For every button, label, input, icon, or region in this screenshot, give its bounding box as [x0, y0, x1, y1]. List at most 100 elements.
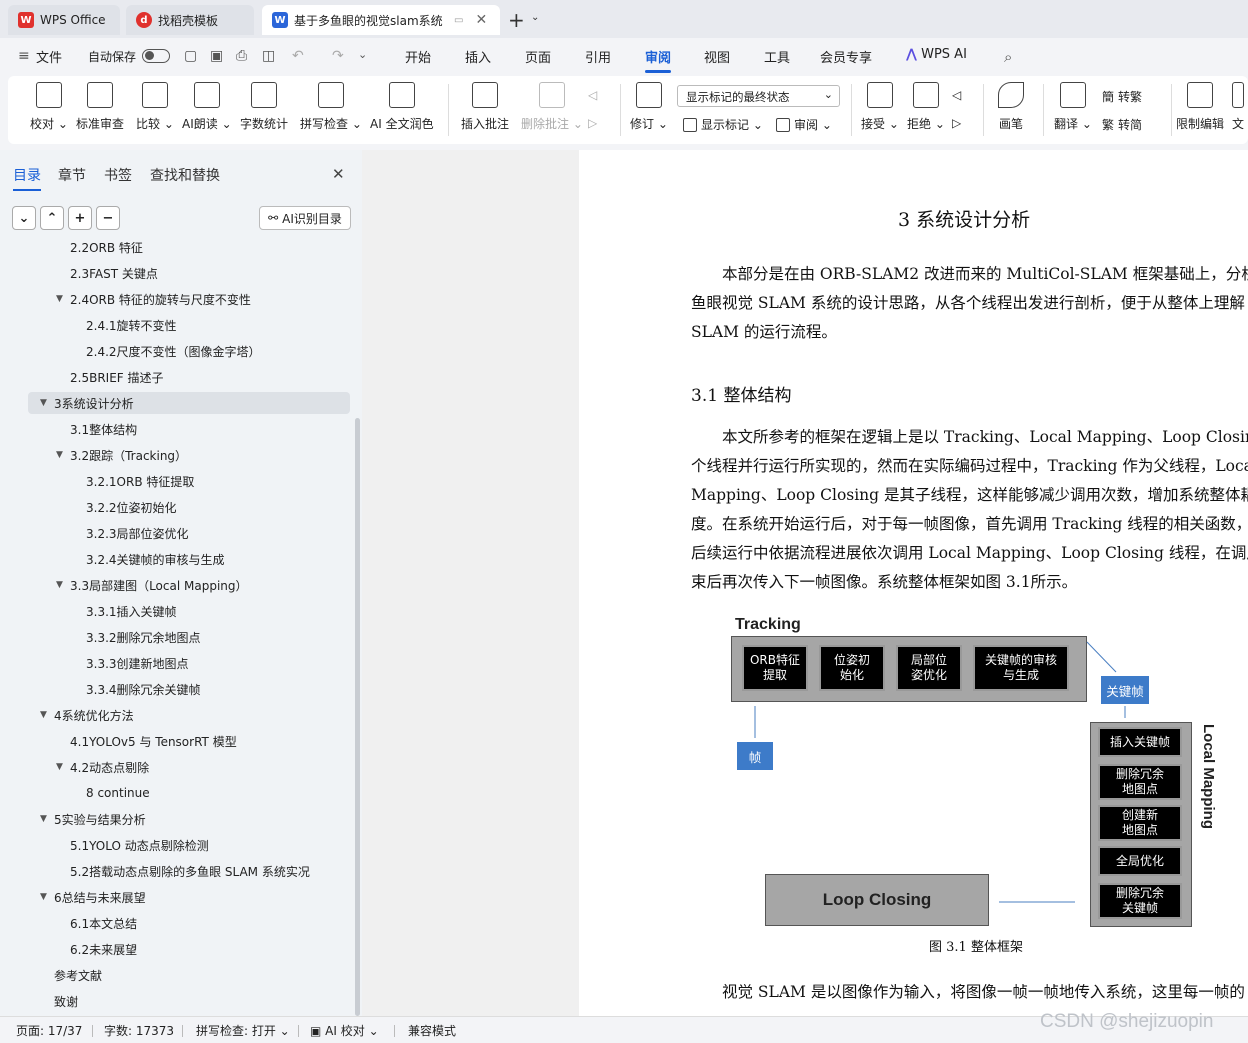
remove-heading-button[interactable]: −: [96, 206, 120, 230]
toc-item[interactable]: 2.4.1旋转不变性: [72, 314, 177, 336]
toc-item[interactable]: 2.4.2尺度不变性（图像金字塔）: [72, 340, 261, 362]
toc-item[interactable]: 3.2.4关键帧的审核与生成: [72, 548, 225, 570]
add-heading-button[interactable]: +: [68, 206, 92, 230]
standard-review-button[interactable]: 标准审查: [76, 82, 124, 132]
menu-insert[interactable]: 插入: [465, 47, 491, 66]
next-change-icon[interactable]: ▷: [952, 116, 961, 130]
toc-item[interactable]: ▼ 2.4ORB 特征的旋转与尺度不变性: [56, 288, 251, 310]
toc-item[interactable]: 2.5BRIEF 描述子: [56, 366, 164, 388]
toc-item[interactable]: 8 continue: [72, 782, 150, 804]
toc-item[interactable]: 5.2搭载动态点剔除的多鱼眼 SLAM 系统实况: [56, 860, 310, 882]
menu-home[interactable]: 开始: [405, 47, 431, 66]
proofread-button[interactable]: 校对 ⌄: [30, 82, 68, 132]
close-pane-icon[interactable]: ✕: [332, 165, 345, 183]
toc-item[interactable]: ▼ 3.2跟踪（Tracking）: [56, 444, 187, 466]
chevron-down-icon[interactable]: ⌄: [531, 12, 539, 23]
ai-read-button[interactable]: AI朗读 ⌄: [182, 82, 232, 132]
ai-check-status[interactable]: ▣ AI 校对 ⌄: [310, 1022, 379, 1039]
spell-check-status[interactable]: 拼写检查: 打开 ⌄: [196, 1022, 290, 1039]
redo-icon[interactable]: ↷: [332, 48, 344, 64]
toc-scrollbar[interactable]: [355, 418, 360, 1016]
menu-review[interactable]: 审阅: [645, 47, 672, 73]
expand-arrow-icon[interactable]: ▼: [56, 580, 70, 590]
pen-button[interactable]: 画笔: [998, 82, 1024, 132]
autosave-toggle[interactable]: [142, 49, 170, 63]
translate-button[interactable]: 翻译 ⌄: [1054, 82, 1092, 132]
accept-button[interactable]: 接受 ⌄: [861, 82, 899, 132]
ai-polish-button[interactable]: AI 全文润色: [370, 82, 434, 132]
toc-item[interactable]: ▼ 3系统设计分析: [28, 392, 350, 414]
toc-item[interactable]: 3.2.1ORB 特征提取: [72, 470, 194, 492]
prev-change-icon[interactable]: ◁: [952, 88, 961, 102]
toc-item[interactable]: 3.3.2删除冗余地图点: [72, 626, 201, 648]
expand-arrow-icon[interactable]: ▼: [56, 294, 70, 304]
toc-item[interactable]: 参考文献: [40, 964, 102, 986]
toc-item[interactable]: 5.1YOLO 动态点剔除检测: [56, 834, 209, 856]
compare-button[interactable]: 比较 ⌄: [136, 82, 174, 132]
expand-arrow-icon[interactable]: ▼: [56, 450, 70, 460]
menu-references[interactable]: 引用: [585, 47, 611, 66]
expand-arrow-icon[interactable]: ▼: [40, 398, 54, 408]
toc-item[interactable]: 6.1本文总结: [56, 912, 137, 934]
menu-wps-ai[interactable]: ⋀ WPS AI: [906, 47, 967, 62]
to-traditional-button[interactable]: 簡转繁: [1102, 88, 1142, 105]
nav-tab-bookmark[interactable]: 书签: [104, 165, 132, 185]
to-simplified-button[interactable]: 繁转简: [1102, 116, 1142, 133]
new-tab-button[interactable]: +: [508, 8, 525, 32]
prev-comment-icon[interactable]: ◁: [588, 88, 597, 102]
toc-item[interactable]: 4.1YOLOv5 与 TensorRT 模型: [56, 730, 237, 752]
expand-arrow-icon[interactable]: ▼: [56, 762, 70, 772]
delete-comment-button[interactable]: 删除批注 ⌄: [521, 82, 583, 132]
ai-toc-button[interactable]: ⚯ AI识别目录: [259, 206, 351, 230]
nav-tab-find-replace[interactable]: 查找和替换: [150, 165, 220, 185]
tab-docer[interactable]: d 找稻壳模板: [126, 5, 254, 35]
expand-arrow-icon[interactable]: ▼: [40, 892, 54, 902]
menu-tools[interactable]: 工具: [764, 47, 790, 66]
show-markup-button[interactable]: 显示标记 ⌄: [683, 116, 763, 133]
print-icon[interactable]: ⎙: [236, 48, 247, 64]
toc-item[interactable]: 3.3.4删除冗余关键帧: [72, 678, 201, 700]
reject-button[interactable]: 拒绝 ⌄: [907, 82, 945, 132]
toc-item[interactable]: 3.2.3局部位姿优化: [72, 522, 189, 544]
save-icon[interactable]: ▢: [184, 48, 197, 64]
toc-item[interactable]: ▼ 6总结与未来展望: [40, 886, 146, 908]
toc-item[interactable]: 3.2.2位姿初始化: [72, 496, 177, 518]
insert-comment-button[interactable]: 插入批注: [461, 82, 509, 132]
page-indicator[interactable]: 页面: 17/37: [16, 1022, 82, 1039]
menu-page[interactable]: 页面: [525, 47, 551, 66]
toc-item[interactable]: ▼ 3.3局部建图（Local Mapping）: [56, 574, 248, 596]
expand-arrow-icon[interactable]: ▼: [40, 814, 54, 824]
collapse-up-button[interactable]: ⌃: [40, 206, 64, 230]
close-tab-icon[interactable]: ✕: [475, 12, 487, 28]
toc-item[interactable]: 3.3.3创建新地图点: [72, 652, 189, 674]
toc-item[interactable]: 2.2ORB 特征: [56, 242, 143, 258]
nav-tab-chapter[interactable]: 章节: [58, 165, 86, 185]
word-count-button[interactable]: 字数统计: [240, 82, 288, 132]
menu-member[interactable]: 会员专享: [820, 47, 872, 66]
toc-item[interactable]: ▼ 5实验与结果分析: [40, 808, 146, 830]
nav-tab-toc[interactable]: 目录: [13, 165, 41, 191]
expand-arrow-icon[interactable]: ▼: [40, 710, 54, 720]
next-comment-icon[interactable]: ▷: [588, 116, 597, 130]
document-page[interactable]: 3 系统设计分析 本部分是在由 ORB-SLAM2 改进而来的 MultiCol…: [579, 150, 1248, 1016]
menu-file[interactable]: 文件: [36, 47, 62, 66]
hamburger-icon[interactable]: ≡: [18, 48, 30, 64]
export-pdf-icon[interactable]: ▣: [210, 48, 223, 64]
toc-item[interactable]: 致谢: [40, 990, 78, 1012]
search-icon[interactable]: ⌕: [1004, 48, 1012, 66]
doc-more-button[interactable]: 文: [1232, 82, 1244, 132]
menu-view[interactable]: 视图: [704, 47, 730, 66]
spell-check-button[interactable]: 拼写检查 ⌄: [300, 82, 362, 132]
markup-state-select[interactable]: 显示标记的最终状态 ⌄: [677, 85, 840, 107]
undo-icon[interactable]: ↶: [292, 48, 304, 64]
print-preview-icon[interactable]: ◫: [262, 48, 275, 64]
track-changes-button[interactable]: 修订 ⌄: [630, 82, 668, 132]
more-chevron-icon[interactable]: ⌄: [358, 48, 367, 61]
review-pane-button[interactable]: 审阅 ⌄: [776, 116, 832, 133]
word-count-status[interactable]: 字数: 17373: [104, 1022, 174, 1039]
toc-item[interactable]: 6.2未来展望: [56, 938, 137, 960]
toc-item[interactable]: 3.3.1插入关键帧: [72, 600, 177, 622]
toc-item[interactable]: 3.1整体结构: [56, 418, 137, 440]
tab-document[interactable]: W 基于多鱼眼的视觉slam系统 ▭ ✕: [262, 5, 500, 35]
restrict-edit-button[interactable]: 限制编辑: [1176, 82, 1224, 132]
